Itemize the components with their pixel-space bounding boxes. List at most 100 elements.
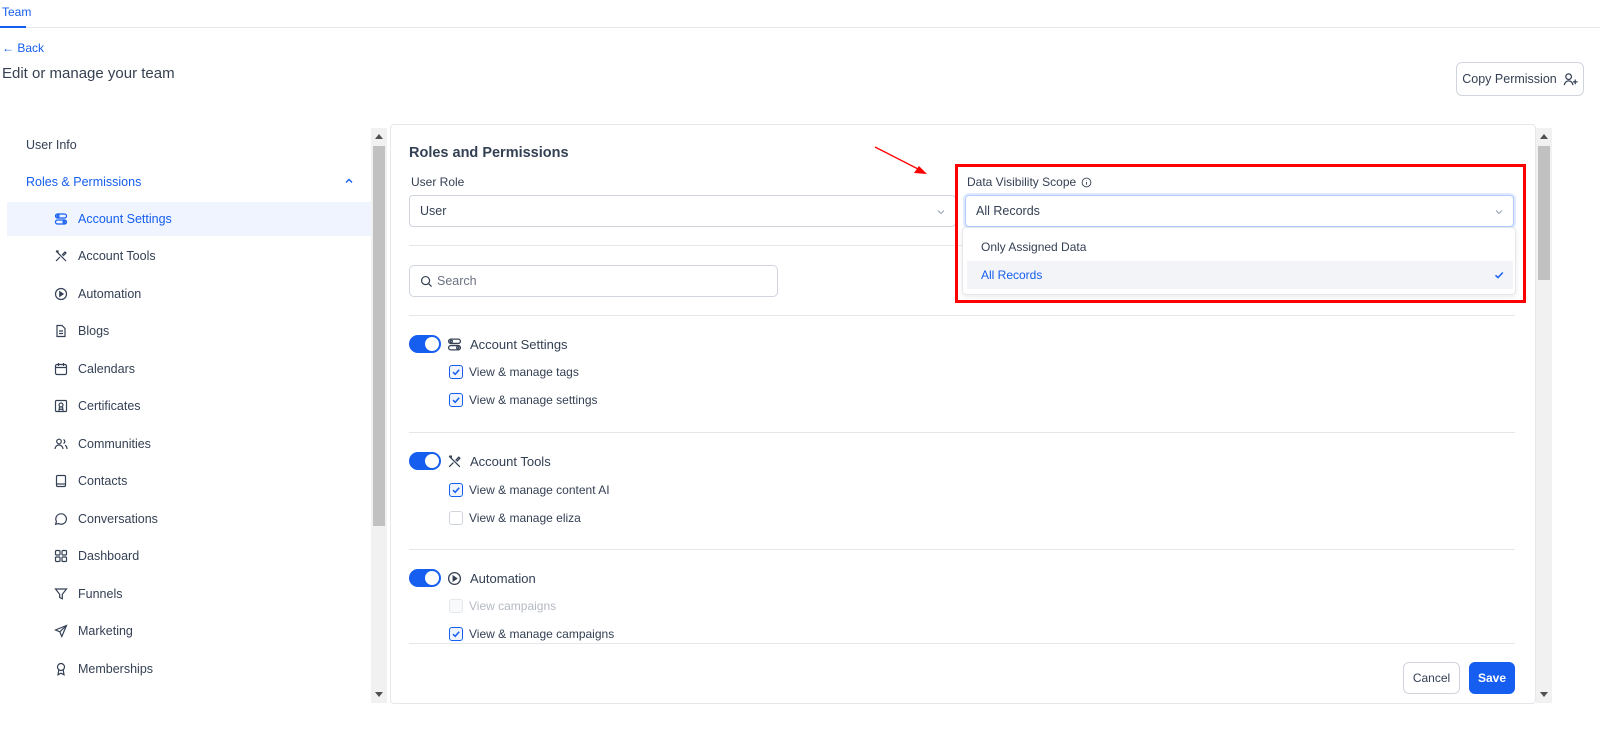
data-visibility-scope-label-wrap: Data Visibility Scope (967, 175, 1092, 189)
divider (409, 315, 1515, 316)
panel-scrollbar[interactable] (1536, 128, 1552, 703)
play-circle-icon (54, 287, 68, 301)
checkbox-checked[interactable] (449, 393, 463, 407)
sidebar-item-label: Contacts (78, 474, 128, 488)
play-circle-icon (447, 571, 462, 586)
users-icon (54, 437, 68, 451)
divider (409, 432, 1515, 433)
perm-view-campaigns: View campaigns (449, 598, 556, 614)
section-title: Account Tools (470, 453, 551, 469)
sidebar-item-label: Account Settings (78, 212, 172, 226)
section-automation: Automation (409, 568, 536, 588)
sidebar-item-label: Conversations (78, 512, 158, 526)
section-account-settings: Account Settings (409, 334, 568, 354)
sidebar-item-blogs[interactable]: Blogs (0, 314, 372, 348)
section-title: Account Settings (470, 336, 568, 352)
user-role-select[interactable]: User (409, 195, 956, 227)
divider (409, 549, 1515, 550)
funnel-icon (54, 587, 68, 601)
search-placeholder: Search (437, 274, 477, 288)
perm-label: View & manage campaigns (469, 627, 615, 641)
checkbox-unchecked[interactable] (449, 511, 463, 525)
scroll-up-arrow-icon[interactable] (1540, 134, 1548, 139)
automation-toggle[interactable] (409, 569, 441, 587)
scrollbar-thumb[interactable] (1538, 146, 1550, 280)
divider (409, 643, 1515, 644)
sidebar-item-certificates[interactable]: Certificates (0, 389, 372, 423)
sidebar-item-label: Dashboard (78, 549, 140, 563)
chevron-down-icon (937, 210, 945, 215)
option-all-records[interactable]: All Records (967, 261, 1513, 289)
sidebar-item-label: Blogs (78, 324, 110, 338)
grid-icon (54, 549, 68, 563)
tools-icon (447, 454, 462, 469)
data-visibility-scope-value: All Records (976, 204, 1040, 218)
scrollbar-thumb[interactable] (373, 146, 385, 526)
data-visibility-scope-dropdown: Only Assigned Data All Records (962, 227, 1516, 295)
sidebar-item-label: Funnels (78, 587, 123, 601)
copy-permission-label: Copy Permission (1462, 72, 1557, 86)
sidebar-item-marketing[interactable]: Marketing (0, 614, 372, 648)
checkbox-checked[interactable] (449, 627, 463, 641)
scroll-down-arrow-icon[interactable] (1540, 692, 1548, 697)
sidebar-item-memberships[interactable]: Memberships (0, 652, 372, 686)
perm-view-manage-campaigns[interactable]: View & manage campaigns (449, 626, 614, 642)
sidebar-item-account-tools[interactable]: Account Tools (0, 239, 372, 273)
send-icon (54, 624, 68, 638)
sidebar-scrollbar[interactable] (371, 128, 387, 703)
calendar-icon (54, 362, 68, 376)
checkbox-disabled (449, 599, 463, 613)
annotation-arrow-icon (874, 146, 927, 174)
sidebar-item-label: Automation (78, 287, 142, 301)
account-settings-toggle[interactable] (409, 335, 441, 353)
top-tab-bar: Team (0, 0, 1600, 28)
sidebar-item-communities[interactable]: Communities (0, 427, 372, 461)
perm-label: View & manage content AI (469, 483, 610, 497)
sidebar-item-dashboard[interactable]: Dashboard (0, 539, 372, 573)
cancel-button[interactable]: Cancel (1403, 662, 1460, 694)
section-title: Automation (470, 570, 536, 586)
toggles-icon (54, 212, 68, 226)
search-input[interactable]: Search (409, 265, 778, 297)
account-tools-toggle[interactable] (409, 452, 441, 470)
perm-view-manage-settings[interactable]: View & manage settings (449, 392, 598, 408)
save-button[interactable]: Save (1469, 662, 1515, 694)
sidebar-item-funnels[interactable]: Funnels (0, 577, 372, 611)
sidebar-item-automation[interactable]: Automation (0, 277, 372, 311)
perm-view-manage-eliza[interactable]: View & manage eliza (449, 510, 581, 526)
info-icon[interactable] (1081, 177, 1092, 188)
scroll-up-arrow-icon[interactable] (375, 134, 383, 139)
certificate-icon (54, 399, 68, 413)
perm-view-manage-tags[interactable]: View & manage tags (449, 364, 579, 380)
chevron-up-icon (345, 178, 353, 183)
tab-team[interactable]: Team (2, 5, 31, 19)
sidebar: User Info Roles & Permissions Account Se… (0, 128, 372, 733)
section-account-tools: Account Tools (409, 451, 551, 471)
option-only-assigned-data[interactable]: Only Assigned Data (967, 233, 1513, 261)
perm-view-manage-content-ai[interactable]: View & manage content AI (449, 482, 610, 498)
tools-icon (54, 249, 68, 263)
back-link[interactable]: ← Back (2, 41, 44, 55)
roles-permissions-panel: Roles and Permissions User Role User Dat… (390, 124, 1536, 704)
perm-label: View & manage tags (469, 365, 579, 379)
user-plus-icon (1563, 72, 1578, 85)
copy-permission-button[interactable]: Copy Permission (1456, 62, 1584, 96)
sidebar-item-calendars[interactable]: Calendars (0, 352, 372, 386)
data-visibility-scope-select[interactable]: All Records (965, 195, 1514, 227)
checkbox-checked[interactable] (449, 365, 463, 379)
sidebar-item-roles-permissions[interactable]: Roles & Permissions (0, 165, 372, 199)
panel-title: Roles and Permissions (409, 145, 569, 161)
sidebar-item-label: Memberships (78, 662, 154, 676)
chat-bubble-icon (54, 512, 68, 526)
data-visibility-scope-label: Data Visibility Scope (967, 175, 1077, 189)
sidebar-item-account-settings[interactable]: Account Settings (7, 202, 371, 236)
sidebar-item-label: Marketing (78, 624, 133, 638)
sidebar-item-conversations[interactable]: Conversations (0, 502, 372, 536)
sidebar-item-label: User Info (26, 138, 77, 152)
scroll-down-arrow-icon[interactable] (375, 692, 383, 697)
perm-label: View & manage settings (469, 393, 598, 407)
sidebar-item-user-info[interactable]: User Info (0, 128, 372, 162)
sidebar-item-contacts[interactable]: Contacts (0, 464, 372, 498)
chevron-down-icon (1495, 210, 1503, 215)
checkbox-checked[interactable] (449, 483, 463, 497)
